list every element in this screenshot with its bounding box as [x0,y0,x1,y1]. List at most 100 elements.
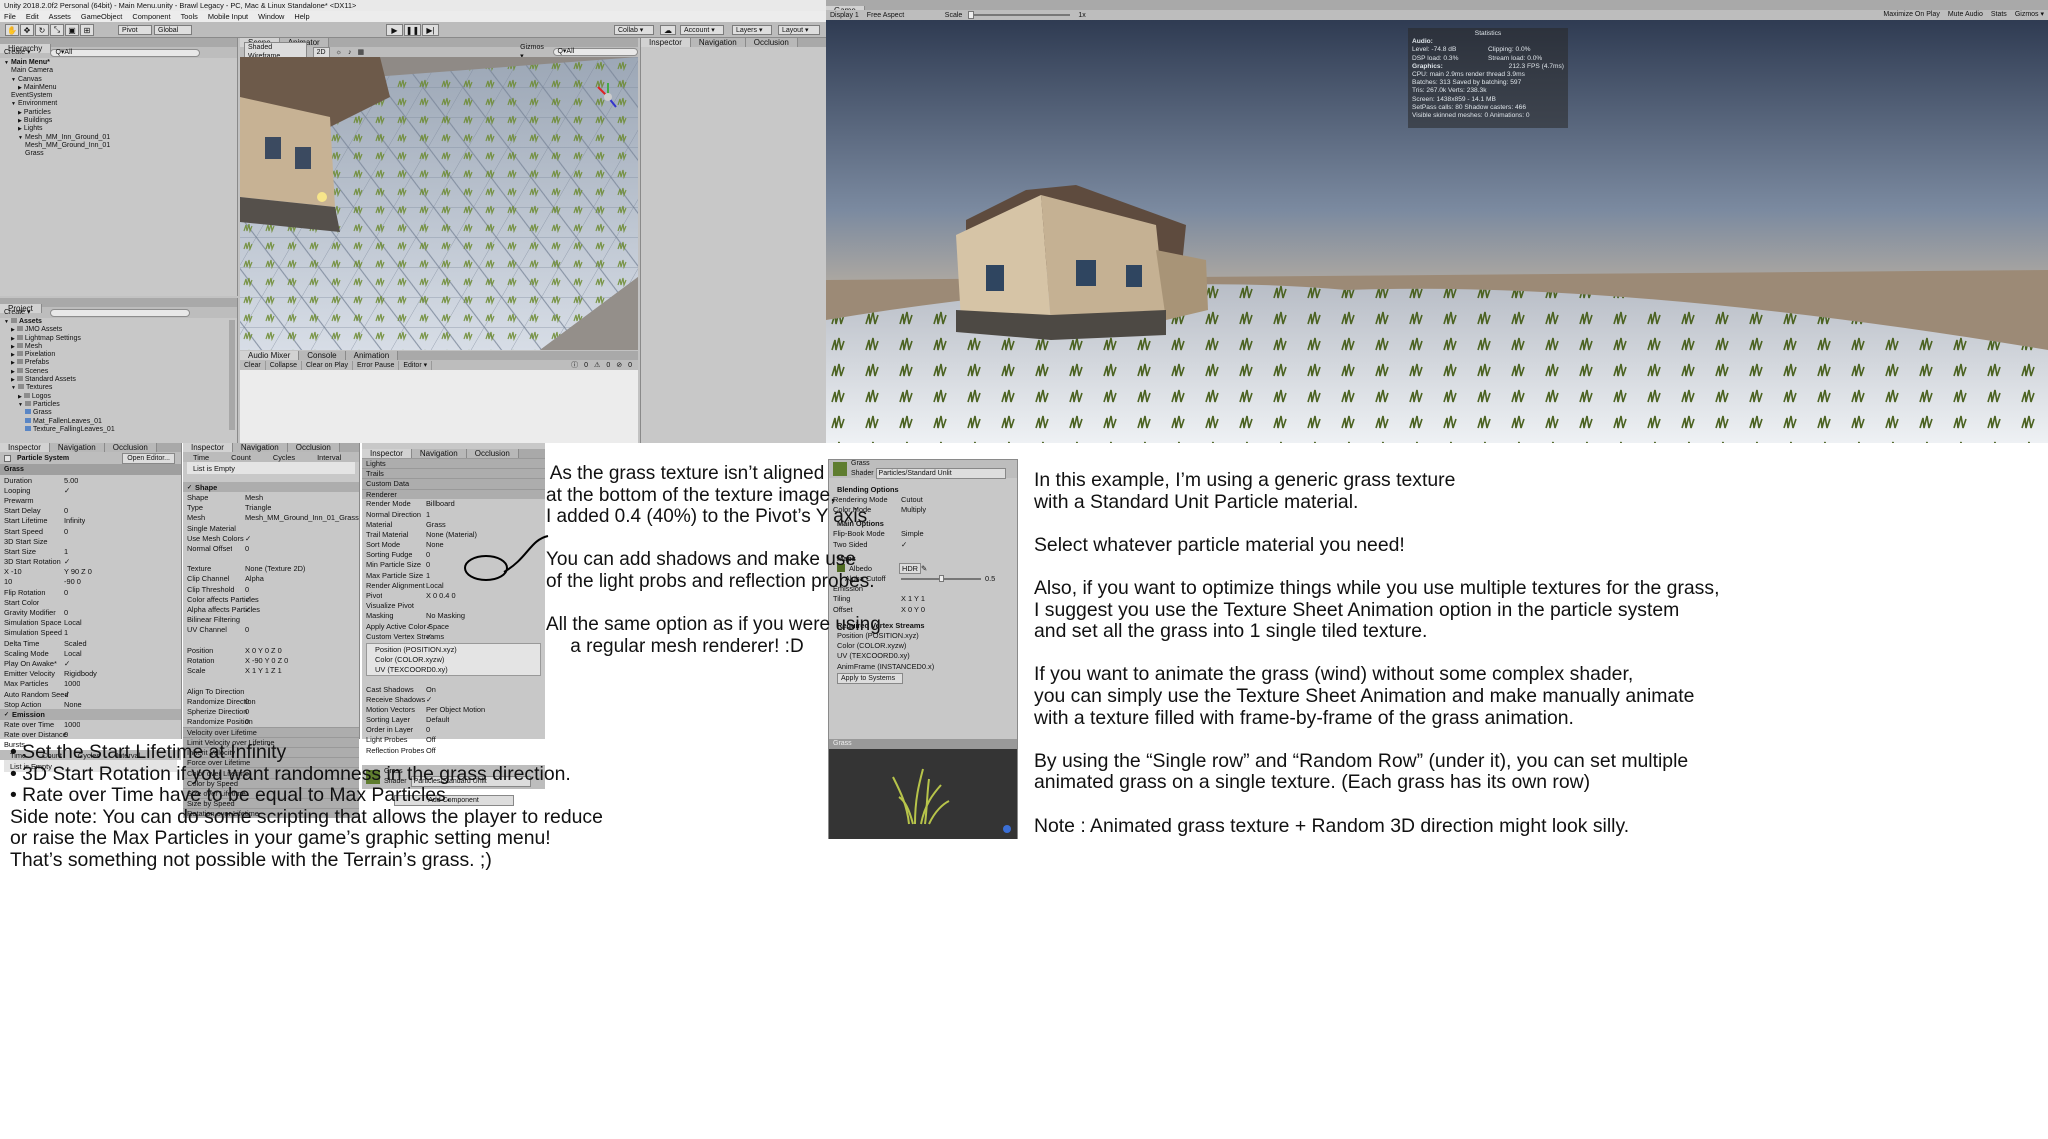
inspector-tab-inspector[interactable]: Inspector [641,38,691,47]
foldout-arrow-icon[interactable]: ▶ [11,344,15,350]
step-icon[interactable]: ▶| [422,24,439,36]
hierarchy-item[interactable]: Main Camera [0,67,237,75]
cloud-icon[interactable]: ☁ [660,25,676,35]
foldout-arrow-icon[interactable]: ▼ [11,101,16,107]
menu-item-window[interactable]: Window [258,11,284,22]
property-row[interactable]: Texture None (Texture 2D) [183,564,359,574]
property-value[interactable]: Multiply [901,505,926,514]
foldout-arrow-icon[interactable]: ▼ [4,60,9,66]
vertex-stream-item[interactable]: Color (COLOR.xyzw) [367,655,540,665]
project-item[interactable]: ▼ Particles [0,400,237,409]
property-row[interactable]: Spherize Direction 0 [183,706,359,716]
property-value[interactable]: 1000 [64,720,80,729]
foldout-arrow-icon[interactable]: ▼ [18,402,23,408]
ps3-tab-occlusion[interactable]: Occlusion [466,449,519,458]
hand-tool-icon[interactable]: ✋ [5,24,19,36]
hdr-color-field[interactable]: HDR [899,563,922,574]
ps3-tab-navigation[interactable]: Navigation [411,449,467,458]
property-row[interactable]: Render Alignment Local [362,580,545,590]
console-error-icon[interactable]: ⊘ [616,361,622,370]
property-row[interactable]: Color affects Particles ✓ [183,594,359,604]
property-row[interactable]: Align To Direction [183,686,359,696]
property-value[interactable]: 5.00 [64,476,78,485]
ps1-tab-inspector[interactable]: Inspector [0,443,50,452]
property-row[interactable]: Type Triangle [183,503,359,513]
property-value[interactable]: Mesh [245,493,263,502]
collab-button[interactable]: Collab ▾ [614,25,654,35]
property-row[interactable]: Gravity Modifier 0 [0,607,181,617]
property-row[interactable]: X -10 Y 90 Z 0 [0,567,181,577]
project-item[interactable]: Mat_FallenLeaves_01 [0,417,237,426]
shape-module-header[interactable]: ✓ Shape [183,482,359,493]
foldout-arrow-icon[interactable]: ▶ [18,394,22,400]
property-row[interactable]: Visualize Pivot [362,601,545,611]
property-row[interactable] [183,676,359,686]
property-row[interactable]: 10 -90 0 [0,577,181,587]
property-row[interactable]: Start Delay 0 [0,506,181,516]
property-value[interactable]: ✓ [426,632,432,641]
project-search-input[interactable] [50,308,191,317]
property-row[interactable]: Normal Direction 1 [362,509,545,519]
property-row[interactable]: Start Lifetime Infinity [0,516,181,526]
property-row[interactable]: Material Grass [362,519,545,529]
property-value[interactable]: ✓ [426,695,432,704]
property-value[interactable]: 0 [64,588,68,597]
game-maximize-on-play-button[interactable]: Maximize On Play [1883,10,1939,19]
property-value[interactable]: None [64,700,82,709]
game-stats-button[interactable]: Stats [1991,10,2007,19]
property-value[interactable]: ✓ [64,659,70,668]
property-value[interactable]: X 1 Y 1 [901,594,925,603]
property-row[interactable]: Rendering Mode Cutout [829,494,1017,504]
hierarchy-item[interactable]: ▼ Environment [0,100,237,108]
property-value[interactable]: Simple [901,529,924,538]
menu-item-edit[interactable]: Edit [26,11,39,22]
property-value[interactable]: Local [64,618,82,627]
property-row[interactable]: Tiling X 1 Y 1 [829,594,1017,604]
account-button[interactable]: Account ▾ [680,25,724,35]
property-row[interactable] [183,635,359,645]
project-item[interactable]: ▶ Pixelation [0,351,237,359]
ps2-tab-inspector[interactable]: Inspector [183,443,233,452]
property-row[interactable]: Render Mode Billboard [362,499,545,509]
property-row[interactable]: Mesh Mesh_MM_Ground_Inn_01_Grass [183,513,359,523]
property-value[interactable]: X 1 Y 1 Z 1 [245,666,282,675]
foldout-arrow-icon[interactable]: ▶ [11,377,15,383]
property-value[interactable]: ✓ [245,605,251,614]
property-row[interactable]: Start Size 1 [0,546,181,556]
hierarchy-item[interactable]: ▶ MainMenu [0,84,237,92]
module-header[interactable]: Custom Data [362,478,545,489]
project-item[interactable]: ▶ JMO Assets [0,326,237,334]
property-row[interactable]: Rate over Distance 0 [0,730,181,740]
property-row[interactable]: Simulation Speed 1 [0,628,181,638]
property-value[interactable]: 0 [426,550,430,559]
console-clear-button[interactable]: Clear [240,360,266,370]
property-row[interactable]: Simulation Space Local [0,618,181,628]
foldout-arrow-icon[interactable]: ▼ [18,135,23,141]
pivot-button[interactable]: Pivot [118,25,152,35]
console-clear-on-play-button[interactable]: Clear on Play [302,360,354,370]
project-item[interactable]: Texture_FallingLeaves_01 [0,425,237,434]
project-item[interactable]: ▼ Assets [0,318,237,326]
property-row[interactable]: Masking No Masking [362,611,545,621]
module-header[interactable]: Velocity over Lifetime [183,726,359,737]
property-value[interactable]: Mesh_MM_Ground_Inn_01_Grass [245,513,359,522]
slider-thumb[interactable] [939,574,944,582]
game-gizmos-button[interactable]: Gizmos ▾ [2015,10,2044,19]
property-row[interactable]: Duration 5.00 [0,475,181,485]
game-mute-audio-button[interactable]: Mute Audio [1948,10,1983,19]
menu-item-tools[interactable]: Tools [181,11,198,22]
inspector-tab-navigation[interactable]: Navigation [690,38,746,47]
foldout-arrow-icon[interactable]: ▶ [11,369,15,375]
alpha-cutoff-slider[interactable] [901,574,981,582]
property-row[interactable]: Rate over Time 1000 [0,720,181,730]
property-value[interactable]: Triangle [245,503,271,512]
eyedropper-icon[interactable]: ✎ [921,564,927,573]
property-value[interactable]: 1000 [64,679,80,688]
global-button[interactable]: Global [154,25,192,35]
project-item[interactable]: ▶ Lightmap Settings [0,334,237,343]
hierarchy-item[interactable]: ▶ Buildings [0,117,237,125]
property-row[interactable]: Randomize Direction 0 [183,696,359,706]
property-row[interactable]: Apply Active Color Space ✓ [362,621,545,631]
foldout-arrow-icon[interactable]: ▶ [11,360,15,366]
hierarchy-item[interactable]: ▶ Particles [0,109,237,117]
